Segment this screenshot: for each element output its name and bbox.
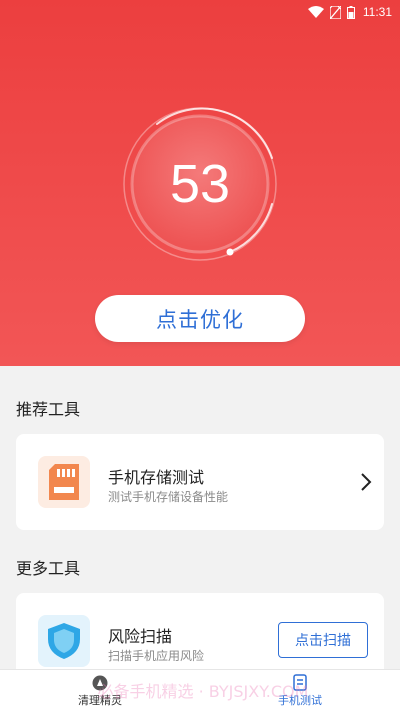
risk-scan-title: 风险扫描 <box>108 627 173 646</box>
watermark: 必备手机精选 · BYJSJXY.COM <box>97 682 309 701</box>
storage-test-title: 手机存储测试 <box>108 468 205 487</box>
wifi-icon <box>307 6 324 18</box>
no-sim-icon <box>329 5 341 19</box>
hero-panel: 11:31 53 点击优化 <box>0 0 400 366</box>
storage-test-subtitle: 测试手机存储设备性能 <box>108 490 229 504</box>
status-bar: 11:31 <box>0 0 400 24</box>
chevron-right-icon <box>360 472 372 496</box>
risk-scan-subtitle: 扫描手机应用风险 <box>108 649 205 663</box>
status-time: 11:31 <box>362 5 392 19</box>
battery-icon <box>346 5 355 19</box>
recommended-section-title: 推荐工具 <box>16 400 81 419</box>
score-value: 53 <box>169 154 231 214</box>
optimize-button[interactable]: 点击优化 <box>95 295 305 342</box>
more-section-title: 更多工具 <box>16 559 81 578</box>
storage-test-card[interactable]: 手机存储测试 测试手机存储设备性能 <box>16 434 384 530</box>
shield-icon <box>38 615 90 667</box>
scan-button[interactable]: 点击扫描 <box>278 622 368 658</box>
sd-card-icon <box>38 456 90 508</box>
